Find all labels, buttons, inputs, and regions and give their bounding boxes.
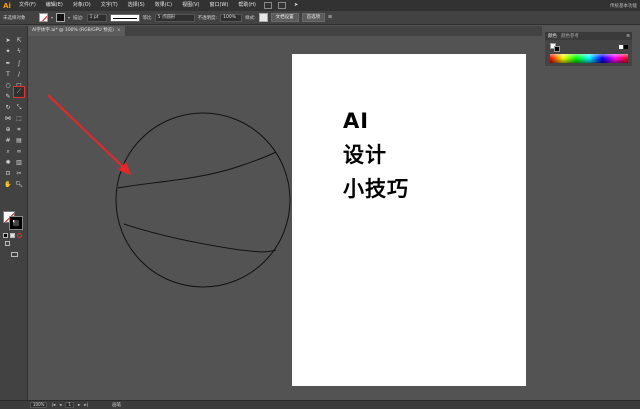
current-tool-label: 画笔 xyxy=(112,403,122,408)
brush-stroke-upper[interactable] xyxy=(117,151,277,189)
artboard-number-field[interactable]: 1 xyxy=(65,402,75,408)
brush-stroke-lower[interactable] xyxy=(123,223,277,253)
last-artboard-icon[interactable]: ▸| xyxy=(84,403,88,408)
first-artboard-icon[interactable]: |◂ xyxy=(51,403,55,408)
canvas-drawing xyxy=(47,94,291,288)
drawn-circle[interactable] xyxy=(115,112,291,288)
annotation-arrow xyxy=(47,94,125,169)
zoom-level-field[interactable]: 100% xyxy=(30,402,48,408)
prev-artboard-icon[interactable]: ◂ xyxy=(59,403,61,408)
next-artboard-icon[interactable]: ▸ xyxy=(78,403,80,408)
status-bar: 100% |◂ ◂ 1 ▸ ▸| 画笔 xyxy=(0,400,640,409)
